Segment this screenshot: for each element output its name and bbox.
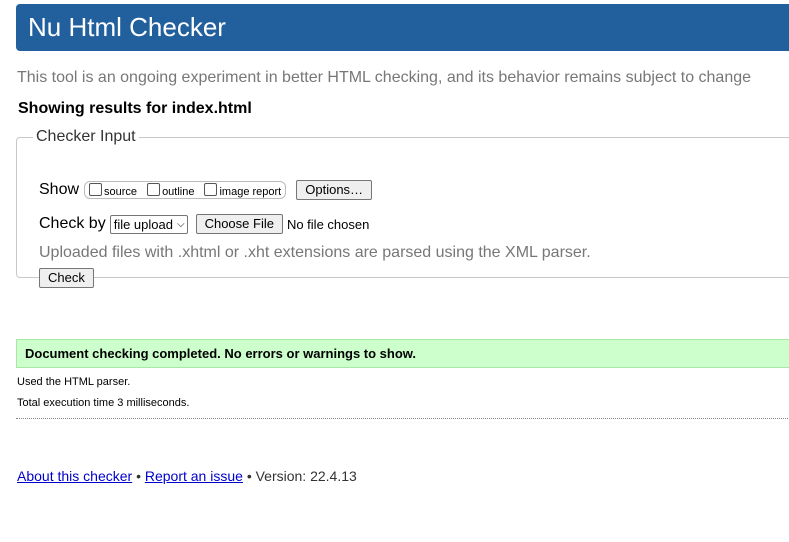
outline-checkbox-label[interactable]: outline xyxy=(162,186,194,198)
footer: About this checker • Report an issue • V… xyxy=(17,468,357,484)
parser-info: Used the HTML parser. xyxy=(17,376,131,388)
check-button-row: Check xyxy=(39,268,94,288)
source-checkbox-label[interactable]: source xyxy=(104,186,137,198)
check-by-row: Check by file upload ⌵ Choose File No fi… xyxy=(39,214,369,234)
image-report-checkbox[interactable] xyxy=(204,182,218,196)
image-report-checkbox-label[interactable]: image report xyxy=(219,186,281,198)
check-button[interactable]: Check xyxy=(39,268,94,288)
about-link[interactable]: About this checker xyxy=(17,468,132,484)
no-file-chosen-text: No file chosen xyxy=(286,216,370,232)
source-checkbox[interactable] xyxy=(89,182,103,196)
show-row: Show source outline image report Options… xyxy=(39,180,373,200)
success-message: Document checking completed. No errors o… xyxy=(25,346,417,361)
check-by-select-value: file upload xyxy=(113,216,173,232)
checker-input-fieldset: Checker Input Show source outline image … xyxy=(16,128,789,288)
show-options-group: source outline image report xyxy=(84,181,287,199)
report-issue-link[interactable]: Report an issue xyxy=(145,468,243,484)
success-message-box: Document checking completed. No errors o… xyxy=(16,339,789,368)
page-title: Nu Html Checker xyxy=(28,12,226,42)
footer-separator-2: • xyxy=(246,468,252,484)
chevron-down-icon: ⌵ xyxy=(176,218,185,230)
xml-parser-note: Uploaded files with .xhtml or .xht exten… xyxy=(39,244,591,261)
options-button[interactable]: Options… xyxy=(296,180,373,200)
version-text: Version: 22.4.13 xyxy=(255,468,357,484)
choose-file-button[interactable]: Choose File xyxy=(195,214,283,234)
check-by-select[interactable]: file upload ⌵ xyxy=(109,214,188,234)
results-heading: Showing results for index.html xyxy=(18,100,252,117)
footer-separator-1: • xyxy=(136,468,141,484)
outline-checkbox[interactable] xyxy=(147,182,161,196)
app-header: Nu Html Checker xyxy=(16,4,789,51)
results-divider xyxy=(16,418,789,419)
execution-time: Total execution time 3 milliseconds. xyxy=(17,397,190,409)
tagline: This tool is an ongoing experiment in be… xyxy=(17,69,752,86)
checker-input-legend: Checker Input xyxy=(36,128,136,145)
check-by-label: Check by xyxy=(39,215,106,232)
show-label: Show xyxy=(39,181,80,198)
